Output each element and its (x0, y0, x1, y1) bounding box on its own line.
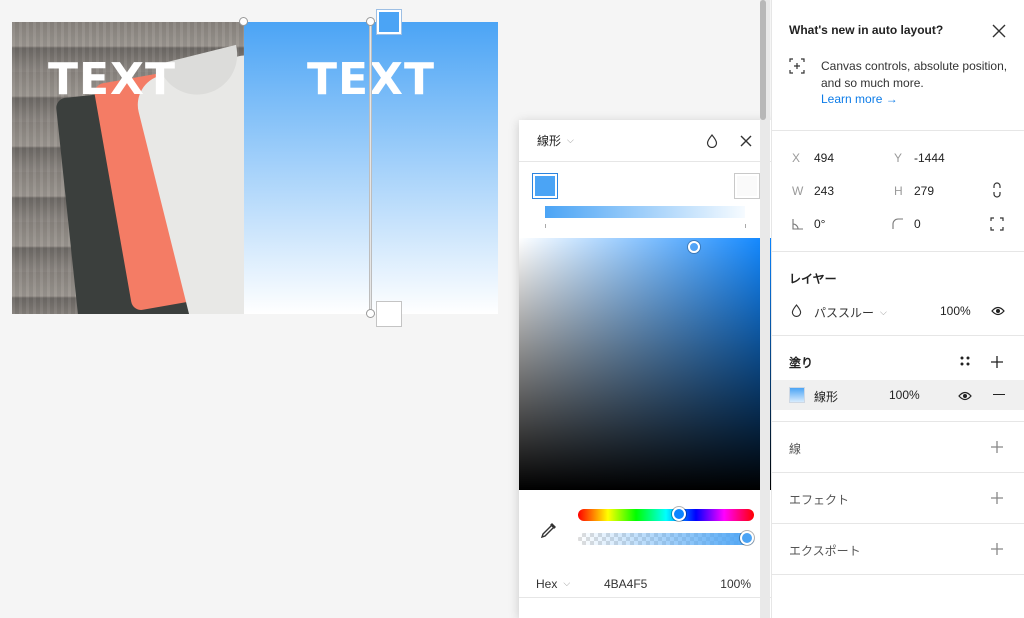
fill-section: 塗り 線形 100% (772, 336, 1024, 422)
layer-section-title: レイヤー (789, 272, 837, 286)
remove-fill-minus-icon[interactable] (993, 394, 1005, 396)
color-sliders (519, 490, 771, 570)
tshirt-photo-frame[interactable]: TEXT (12, 22, 244, 314)
learn-more-link[interactable]: Learn more → (821, 92, 1008, 106)
h-input[interactable]: 279 (914, 184, 934, 198)
effects-section-title: エフェクト (789, 493, 850, 507)
color-value-row: Hex ⌵ 4BA4F5 100% (519, 570, 771, 598)
fill-section-title: 塗り (789, 356, 814, 370)
fill-item-row[interactable]: 線形 100% (772, 380, 1024, 410)
stroke-section-title: 線 (789, 442, 802, 456)
picker-header: 線形 ⌵ (519, 120, 771, 162)
w-input[interactable]: 243 (814, 184, 834, 198)
opacity-slider-knob[interactable] (740, 531, 754, 545)
blend-drop-icon[interactable] (701, 130, 723, 152)
gradient-line-start-handle[interactable] (366, 17, 375, 26)
picker-opacity-input[interactable]: 100% (720, 577, 751, 591)
add-fill-plus-icon[interactable] (990, 355, 1004, 369)
x-label: X (792, 151, 801, 165)
gradient-stops-editor[interactable] (519, 162, 771, 238)
gradient-end-stop-handle[interactable] (377, 302, 401, 326)
rotation-icon (792, 218, 804, 233)
close-icon[interactable] (735, 130, 757, 152)
hue-slider[interactable] (578, 509, 754, 521)
eye-icon[interactable] (958, 390, 972, 404)
fill-type-label[interactable]: 線形 (814, 388, 838, 405)
opacity-slider[interactable] (578, 533, 754, 545)
y-input[interactable]: -1444 (914, 151, 945, 165)
hue-slider-knob[interactable] (672, 507, 686, 521)
chevron-down-icon: ⌵ (563, 578, 571, 588)
gradient-stop-start[interactable] (533, 174, 557, 198)
gradient-preview-bar[interactable] (545, 206, 745, 218)
layer-opacity-input[interactable]: 100% (940, 304, 971, 318)
stop-tick (545, 224, 546, 228)
corner-radius-icon (892, 218, 904, 233)
whats-new-banner: What's new in auto layout? Canvas contro… (772, 0, 1024, 131)
gradient-type-dropdown[interactable]: 線形 ⌵ (537, 132, 574, 149)
stop-tick (745, 224, 746, 228)
saturation-brightness-area[interactable] (519, 238, 771, 490)
blend-mode-label: パススルー (814, 306, 875, 320)
eye-icon[interactable] (991, 305, 1005, 319)
stroke-section: 線 (772, 422, 1024, 473)
export-section: エクスポート (772, 524, 1024, 575)
fill-opacity-input[interactable]: 100% (889, 388, 920, 402)
geometry-section: X 494 Y -1444 W 243 H 279 0° 0 (772, 131, 1024, 252)
selection-corner-handle[interactable] (239, 17, 248, 26)
gradient-direction-line[interactable] (369, 22, 372, 314)
gradient-stop-end[interactable] (735, 174, 759, 198)
hex-input[interactable]: 4BA4F5 (604, 577, 720, 591)
chevron-down-icon: ⌵ (880, 307, 887, 317)
constrain-proportions-icon[interactable] (991, 182, 1003, 201)
chevron-down-icon: ⌵ (567, 135, 574, 145)
close-icon[interactable] (990, 22, 1008, 40)
add-effect-plus-icon[interactable] (990, 491, 1004, 505)
photo-text-layer[interactable]: TEXT (12, 54, 212, 105)
blend-mode-dropdown[interactable]: パススルー ⌵ (814, 304, 887, 321)
x-input[interactable]: 494 (814, 151, 834, 165)
style-grid-icon[interactable] (959, 355, 971, 370)
eyedropper-icon[interactable] (539, 520, 559, 540)
whats-new-title: What's new in auto layout? (789, 23, 944, 37)
canvas-scrollbar-thumb[interactable] (760, 0, 766, 120)
layer-section: レイヤー パススルー ⌵ 100% (772, 252, 1024, 336)
independent-corners-icon[interactable] (990, 217, 1004, 234)
add-export-plus-icon[interactable] (990, 542, 1004, 556)
canvas-controls-icon (789, 58, 805, 74)
color-picker-popover: 線形 ⌵ Hex ⌵ 4BA4F5 100% (519, 120, 771, 618)
gradient-start-stop-handle[interactable] (377, 10, 401, 34)
y-label: Y (894, 151, 903, 165)
blend-drop-icon (791, 304, 802, 320)
export-section-title: エクスポート (789, 544, 861, 558)
effects-section: エフェクト (772, 473, 1024, 524)
color-mode-dropdown[interactable]: Hex ⌵ (536, 577, 604, 591)
add-stroke-plus-icon[interactable] (990, 440, 1004, 454)
gradient-type-label: 線形 (537, 134, 562, 148)
w-label: W (792, 184, 804, 198)
fill-swatch[interactable] (789, 387, 805, 403)
design-canvas[interactable]: TEXT TEXT 線形 ⌵ Hex ⌵ 4BA4F5 100% (0, 0, 771, 618)
whats-new-description: Canvas controls, absolute position, and … (821, 59, 1008, 90)
rotation-input[interactable]: 0° (814, 217, 825, 231)
corner-radius-input[interactable]: 0 (914, 217, 921, 231)
color-mode-label: Hex (536, 576, 558, 591)
gradient-line-end-handle[interactable] (366, 309, 375, 318)
properties-panel: What's new in auto layout? Canvas contro… (771, 0, 1024, 618)
saturation-knob[interactable] (688, 241, 700, 253)
h-label: H (894, 184, 903, 198)
